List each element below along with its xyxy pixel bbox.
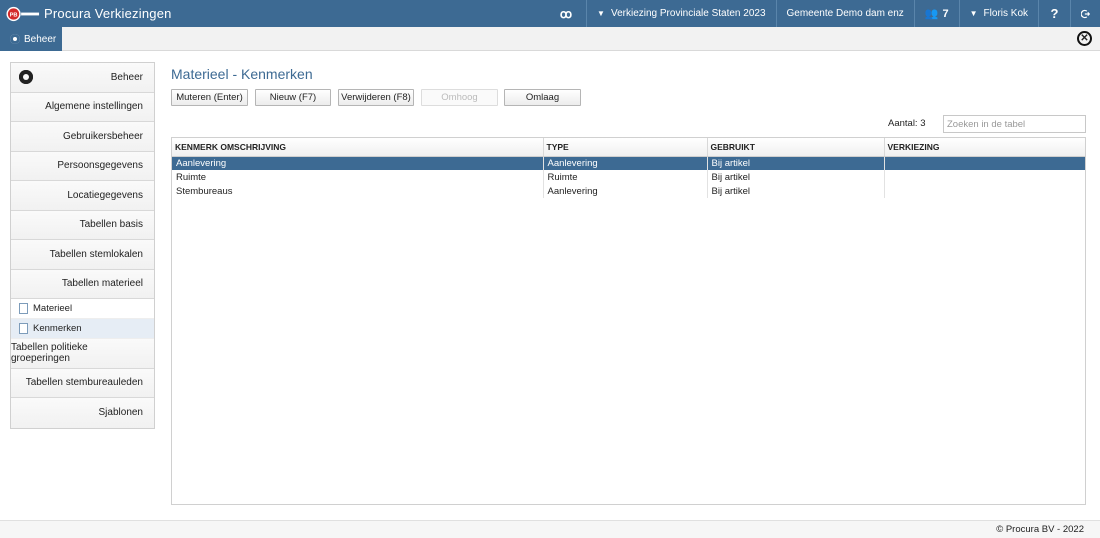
cell-gebruikt: Bij artikel [707, 170, 885, 184]
table-row[interactable]: Stembureaus Aanlevering Bij artikel [172, 184, 1085, 198]
row-count: Aantal: 3 [888, 118, 926, 129]
cell-type: Ruimte [543, 170, 708, 184]
cell-omschrijving: Aanlevering [172, 156, 544, 170]
svg-text:PB: PB [10, 12, 18, 18]
caret-down-icon: ▼ [597, 9, 605, 18]
cell-omschrijving: Ruimte [172, 170, 544, 184]
sidebar-item-tabellen-materieel[interactable]: Tabellen materieel [11, 269, 154, 299]
sidebar-item-label: Tabellen stemlokalen [49, 248, 143, 260]
sidebar-subitem-label: Kenmerken [33, 323, 82, 334]
table-row[interactable]: Ruimte Ruimte Bij artikel [172, 170, 1085, 184]
sidebar-subitem-materieel[interactable]: Materieel [11, 299, 154, 319]
municipality-selector[interactable]: Gemeente Demo dam enz [775, 0, 914, 27]
sidebar-item-tabellen-politieke-groeperingen[interactable]: Tabellen politieke groeperingen [11, 339, 154, 369]
sidebar-item-label: Tabellen materieel [61, 278, 143, 290]
cell-type: Aanlevering [543, 184, 708, 198]
sidebar-item-persoonsgegevens[interactable]: Persoonsgegevens [11, 151, 154, 181]
sidebar-item-label: Sjablonen [98, 407, 143, 419]
municipality-label: Gemeente Demo dam enz [786, 8, 904, 19]
sidebar-item-tabellen-stembureauleden[interactable]: Tabellen stembureauleden [11, 368, 154, 398]
sidebar-item-algemene-instellingen[interactable]: Algemene instellingen [11, 92, 154, 122]
sidebar-item-tabellen-basis[interactable]: Tabellen basis [11, 210, 154, 240]
sidebar-item-gebruikersbeheer[interactable]: Gebruikersbeheer [11, 122, 154, 152]
gear-icon [19, 70, 33, 85]
cell-verkiezing [884, 170, 1085, 184]
election-selector[interactable]: ▼ Verkiezing Provinciale Staten 2023 [586, 0, 775, 27]
cell-gebruikt: Bij artikel [707, 156, 885, 170]
table-row[interactable]: Aanlevering Aanlevering Bij artikel [172, 156, 1085, 170]
tab-beheer[interactable]: Beheer [0, 27, 62, 51]
sidebar-item-tabellen-stemlokalen[interactable]: Tabellen stemlokalen [11, 240, 154, 270]
sidebar-item-locatiegegevens[interactable]: Locatiegegevens [11, 181, 154, 211]
sidebar-item-sjablonen[interactable]: Sjablonen [11, 398, 154, 428]
new-button[interactable]: Nieuw (F7) [255, 89, 331, 106]
sidebar-header-label: Beheer [110, 71, 143, 83]
cell-omschrijving: Stembureaus [172, 184, 544, 198]
sidebar-item-label: Locatiegegevens [67, 189, 143, 201]
column-header-type[interactable]: TYPE [543, 138, 708, 157]
app-logo[interactable]: PB [0, 0, 40, 27]
help-icon: ? [1050, 6, 1059, 21]
user-menu[interactable]: ▼ Floris Kok [958, 0, 1038, 27]
sidebar-item-label: Tabellen stembureauleden [25, 377, 143, 389]
sidebar-subitem-kenmerken[interactable]: Kenmerken [11, 319, 154, 339]
edit-button[interactable]: Muteren (Enter) [171, 89, 248, 106]
gear-icon [10, 34, 20, 44]
close-icon: ✕ [1080, 32, 1089, 44]
cell-verkiezing [884, 184, 1085, 198]
logout-button[interactable] [1070, 0, 1100, 27]
cell-gebruikt: Bij artikel [707, 184, 885, 198]
kenmerken-table: KENMERK OMSCHRIJVING TYPE GEBRUIKT VERKI… [171, 137, 1086, 505]
close-all-tabs-button[interactable]: ✕ [1077, 31, 1092, 46]
cell-verkiezing [884, 156, 1085, 170]
column-header-verkiezing[interactable]: VERKIEZING [884, 138, 1085, 157]
elections-icon[interactable]: ꝏ [550, 0, 586, 27]
users-online[interactable]: 👥 7 [913, 0, 959, 27]
footer: © Procura BV - 2022 [0, 520, 1100, 538]
users-icon: 👥 [924, 8, 939, 20]
sidebar-item-label: Gebruikersbeheer [62, 130, 143, 142]
move-up-button[interactable]: Omhoog [421, 89, 498, 106]
top-bar: PB Procura Verkiezingen ꝏ ▼ Verkiezing P… [0, 0, 1100, 27]
app-title: Procura Verkiezingen [44, 6, 172, 21]
sidebar-item-label: Tabellen basis [79, 219, 143, 231]
tab-beheer-label: Beheer [24, 33, 57, 45]
sidebar-item-label: Persoonsgegevens [57, 160, 143, 172]
election-label: Verkiezing Provinciale Staten 2023 [610, 8, 766, 19]
copyright: © Procura BV - 2022 [996, 524, 1084, 535]
sidebar-item-label: Tabellen politieke groeperingen [11, 342, 88, 365]
document-icon [19, 323, 28, 334]
help-button[interactable]: ? [1038, 0, 1070, 27]
logout-icon [1081, 9, 1090, 18]
sidebar-subitem-label: Materieel [33, 303, 73, 314]
column-header-omschrijving[interactable]: KENMERK OMSCHRIJVING [172, 138, 544, 157]
sidebar-item-label: Algemene instellingen [45, 101, 143, 113]
caret-down-icon: ▼ [969, 9, 978, 18]
table-header-row: KENMERK OMSCHRIJVING TYPE GEBRUIKT VERKI… [172, 138, 1085, 157]
users-count: 7 [942, 7, 949, 20]
column-header-gebruikt[interactable]: GEBRUIKT [707, 138, 885, 157]
table-search-input[interactable] [943, 115, 1086, 133]
tab-bar: Beheer ✕ [0, 27, 1100, 51]
page-title: Materieel - Kenmerken [171, 66, 313, 82]
cell-type: Aanlevering [543, 156, 708, 170]
delete-button[interactable]: Verwijderen (F8) [338, 89, 414, 106]
sidebar-header-beheer[interactable]: Beheer [11, 63, 154, 93]
sidebar: Beheer Algemene instellingen Gebruikersb… [10, 62, 155, 429]
move-down-button[interactable]: Omlaag [504, 89, 581, 106]
user-name: Floris Kok [983, 8, 1028, 19]
document-icon [19, 303, 28, 314]
